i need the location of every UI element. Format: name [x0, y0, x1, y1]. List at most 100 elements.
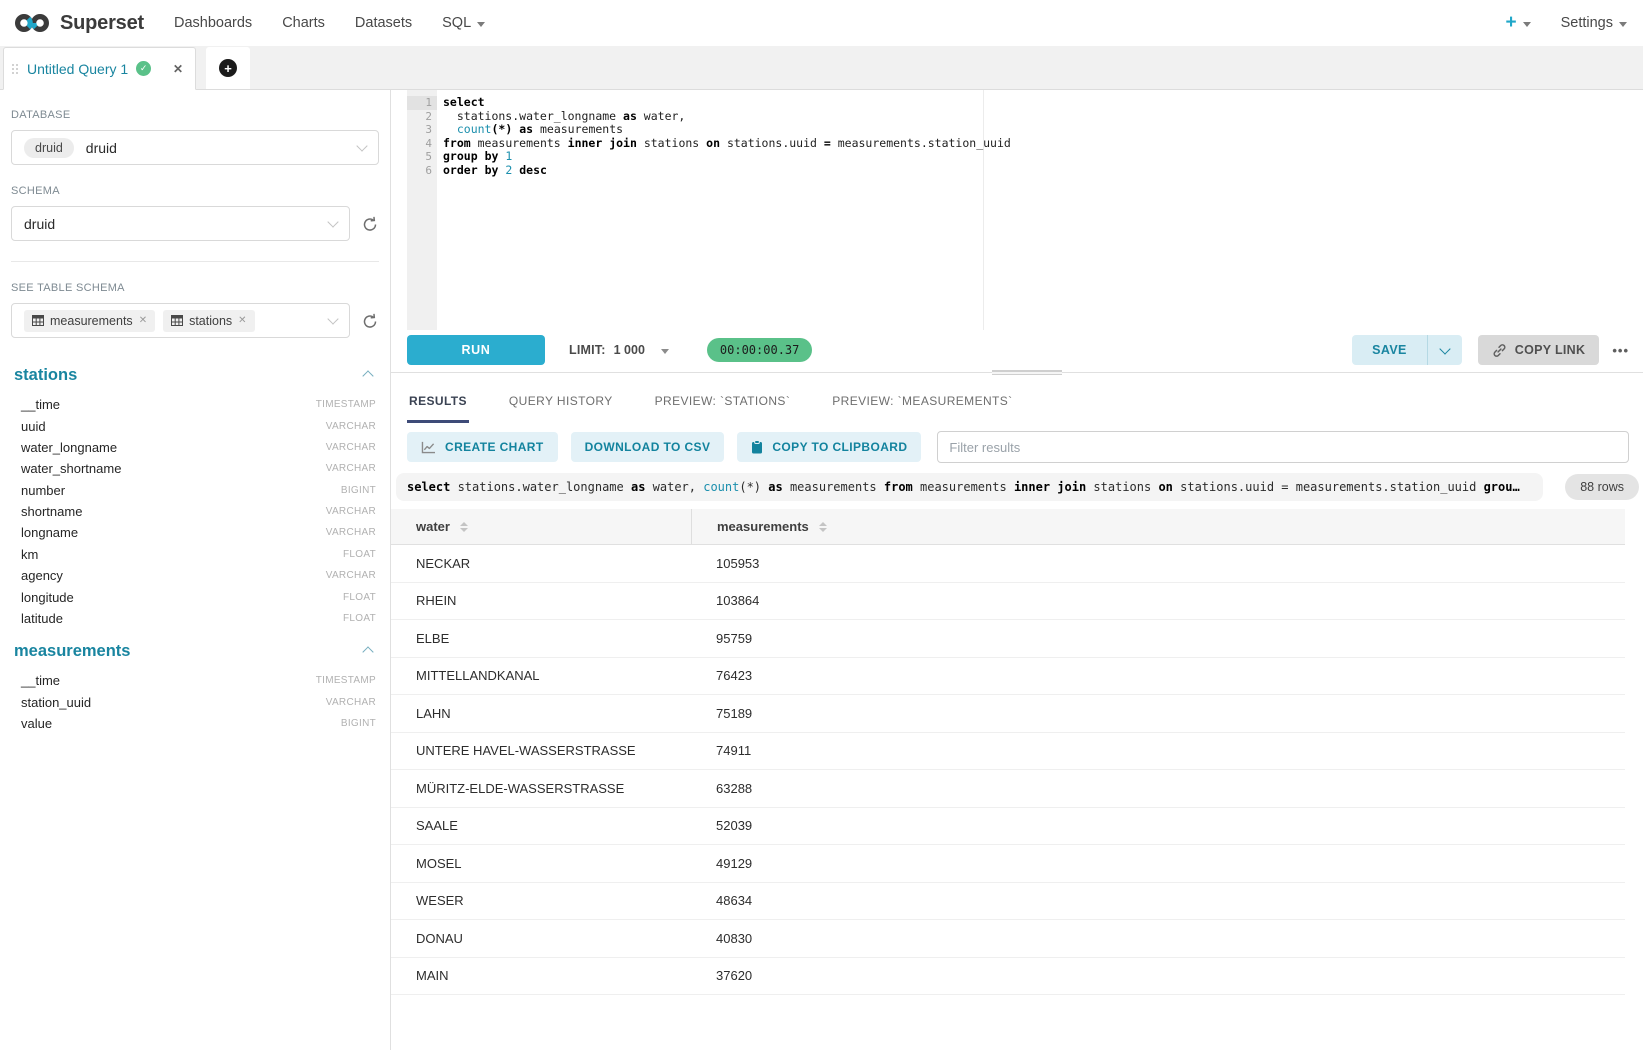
nav-item-datasets[interactable]: Datasets	[355, 15, 412, 31]
code-line: order by 2 desc	[443, 164, 1643, 178]
table-row: UNTERE HAVEL-WASSERSTRASSE74911	[391, 733, 1625, 771]
table-select[interactable]: measurements ✕ stations ✕	[11, 303, 350, 338]
cell-measurements: 103864	[691, 593, 1625, 608]
chevron-down-icon	[1523, 22, 1531, 27]
refresh-tables-icon[interactable]	[361, 312, 379, 330]
database-type-badge: druid	[24, 138, 74, 158]
schema-label: SCHEMA	[11, 185, 379, 197]
add-tab-button[interactable]: +	[206, 47, 250, 89]
copy-clipboard-button[interactable]: COPY TO CLIPBOARD	[737, 432, 921, 462]
schema-select[interactable]: druid	[11, 206, 350, 241]
copy-link-button[interactable]: COPY LINK	[1478, 335, 1600, 365]
table-chip-measurements[interactable]: measurements ✕	[24, 310, 155, 332]
splitter-handle-icon[interactable]	[992, 370, 1062, 375]
column-name: longname	[21, 525, 78, 540]
refresh-schema-icon[interactable]	[361, 215, 379, 233]
drag-handle-icon[interactable]	[12, 64, 18, 74]
cell-water: MAIN	[391, 968, 691, 983]
tab-query-history[interactable]: QUERY HISTORY	[507, 384, 615, 423]
chevron-down-icon	[356, 140, 367, 151]
superset-logo[interactable]: Superset	[12, 11, 144, 35]
column-row: water_longname VARCHAR	[11, 437, 379, 458]
save-options-button[interactable]	[1428, 335, 1462, 365]
sql-editor[interactable]: 123456 select stations.water_longname as…	[391, 90, 1643, 330]
column-type: VARCHAR	[326, 570, 376, 581]
column-name: value	[21, 716, 52, 731]
cell-measurements: 75189	[691, 706, 1625, 721]
collapse-icon[interactable]	[362, 646, 373, 657]
column-type: VARCHAR	[326, 527, 376, 538]
cell-water: WESER	[391, 893, 691, 908]
measurements-header[interactable]: measurements	[11, 642, 379, 661]
code-line: count(*) as measurements	[443, 123, 1643, 137]
column-type: VARCHAR	[326, 442, 376, 453]
remove-chip-icon[interactable]: ✕	[238, 315, 246, 326]
save-split-button: SAVE	[1352, 335, 1462, 365]
chart-icon	[421, 441, 436, 454]
main-pane: 123456 select stations.water_longname as…	[391, 90, 1643, 1050]
table-icon	[171, 315, 183, 326]
cell-measurements: 40830	[691, 931, 1625, 946]
cell-measurements: 95759	[691, 631, 1625, 646]
column-header-water[interactable]: water	[391, 509, 691, 544]
editor-code[interactable]: select stations.water_longname as water,…	[443, 96, 1643, 177]
column-name: __time	[21, 397, 60, 412]
column-name: water_longname	[21, 440, 117, 455]
stations-header[interactable]: stations	[11, 366, 379, 385]
cell-measurements: 105953	[691, 556, 1625, 571]
plus-icon: +	[1505, 12, 1516, 34]
column-header-measurements[interactable]: measurements	[691, 509, 1625, 544]
query-summary-row: select stations.water_longname as water,…	[391, 471, 1643, 509]
sort-icon[interactable]	[819, 522, 827, 532]
code-line: select	[443, 96, 1643, 110]
nav-item-dashboards[interactable]: Dashboards	[174, 15, 252, 31]
tab-preview-stations[interactable]: PREVIEW: `STATIONS`	[653, 384, 793, 423]
table-row: RHEIN103864	[391, 583, 1625, 621]
new-menu-button[interactable]: +	[1505, 12, 1530, 34]
column-name: km	[21, 547, 38, 562]
column-name: uuid	[21, 419, 46, 434]
tab-results[interactable]: RESULTS	[407, 384, 469, 423]
tab-preview-measurements[interactable]: PREVIEW: `MEASUREMENTS`	[830, 384, 1014, 423]
sort-icon[interactable]	[460, 522, 468, 532]
save-button[interactable]: SAVE	[1352, 335, 1427, 365]
editor-gutter: 123456	[407, 90, 437, 330]
database-select[interactable]: druid druid	[11, 130, 379, 165]
settings-menu[interactable]: Settings	[1561, 15, 1627, 31]
run-button[interactable]: RUN	[407, 335, 545, 365]
query-preview[interactable]: select stations.water_longname as water,…	[396, 473, 1543, 501]
table-row: SAALE52039	[391, 808, 1625, 846]
nav-item-sql[interactable]: SQL	[442, 15, 485, 31]
results-table-header: water measurements	[391, 509, 1625, 545]
content: DATABASE druid druid SCHEMA druid	[0, 90, 1643, 1050]
pane-splitter[interactable]	[391, 370, 1643, 377]
table-chip-stations[interactable]: stations ✕	[163, 310, 254, 332]
remove-chip-icon[interactable]: ✕	[139, 315, 147, 326]
column-type: VARCHAR	[326, 506, 376, 517]
close-tab-icon[interactable]: ✕	[173, 62, 183, 76]
editor-toolbar: RUN LIMIT: 1 000 00:00:00.37 SAVE	[391, 330, 1643, 370]
more-actions-button[interactable]: •••	[1612, 343, 1629, 358]
cell-water: UNTERE HAVEL-WASSERSTRASSE	[391, 743, 691, 758]
query-success-icon: ✓	[136, 61, 151, 76]
tab-untitled-query-1[interactable]: Untitled Query 1 ✓ ✕	[3, 47, 196, 90]
brand-name: Superset	[60, 12, 144, 35]
line-number: 1	[407, 96, 437, 110]
limit-dropdown[interactable]: LIMIT: 1 000	[569, 343, 669, 357]
create-chart-button[interactable]: CREATE CHART	[407, 432, 558, 462]
column-type: FLOAT	[343, 613, 376, 624]
column-row: station_uuidVARCHAR	[11, 692, 379, 713]
table-icon	[32, 315, 44, 326]
nav-item-charts[interactable]: Charts	[282, 15, 325, 31]
filter-results-input[interactable]	[937, 431, 1629, 463]
column-row: __timeTIMESTAMP	[11, 394, 379, 415]
stations-columns: __timeTIMESTAMPuuidVARCHARwater_longname…	[11, 394, 379, 629]
collapse-icon[interactable]	[362, 370, 373, 381]
download-csv-button[interactable]: DOWNLOAD TO CSV	[571, 432, 725, 462]
column-row: uuidVARCHAR	[11, 415, 379, 436]
sqllab-sidebar: DATABASE druid druid SCHEMA druid	[0, 90, 391, 1050]
table-row: WESER48634	[391, 883, 1625, 921]
column-type: BIGINT	[341, 718, 376, 729]
column-type: VARCHAR	[326, 697, 376, 708]
column-row: longname VARCHAR	[11, 522, 379, 543]
